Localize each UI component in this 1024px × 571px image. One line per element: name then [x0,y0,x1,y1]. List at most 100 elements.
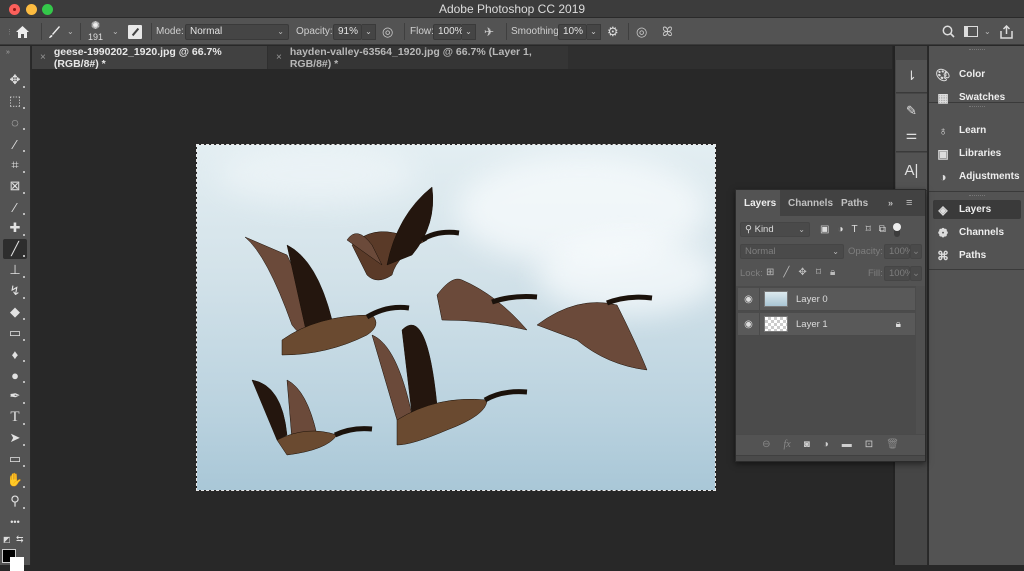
move-tool[interactable]: ✥ [3,70,27,90]
panel-resize-grip[interactable] [736,455,925,461]
panel-channels[interactable]: ❁ Channels [933,223,1021,242]
eraser-tool[interactable]: ◆ [3,302,27,322]
brush-tool[interactable]: ╱ [3,239,27,259]
layer-opacity-dropdown[interactable]: ⌄ [910,244,922,259]
airbrush-icon[interactable]: ✈ [484,18,494,45]
close-tab-icon[interactable]: × [276,52,282,63]
flow-dropdown[interactable]: ⌄ [462,23,476,40]
panel-learn[interactable]: ♁ Learn [933,121,1021,140]
path-selection-tool[interactable]: ➤ [3,428,27,448]
fill-dropdown[interactable]: ⌄ [910,266,922,281]
layers-scrollbar[interactable] [916,286,925,434]
visibility-eye-icon[interactable]: ◉ [738,312,760,336]
flow-input[interactable]: 100% [433,23,464,40]
background-color-swatch[interactable] [10,557,24,571]
tab-hayden-valley[interactable]: × hayden-valley-63564_1920.jpg @ 66.7% (… [268,46,568,70]
frame-tool[interactable]: ⊠ [3,176,27,196]
new-adjustment-layer-icon[interactable]: ◑ [823,439,829,450]
crop-tool[interactable]: ⌗ [3,155,27,175]
layer-opacity-input[interactable]: 100% [884,244,913,259]
blur-tool[interactable]: ♦ [3,344,27,364]
layer-style-fx-icon[interactable]: fx [783,439,790,450]
new-group-folder-icon[interactable]: ▬ [842,439,852,450]
options-grip[interactable]: ⋮ [6,18,13,45]
gradient-tool[interactable]: ▭ [3,323,27,343]
dodge-tool[interactable]: ● [3,365,27,385]
edit-toolbar[interactable]: ••• [3,512,27,532]
tab-channels[interactable]: Channels [780,190,841,216]
panel-adjustments[interactable]: ◑ Adjustments [933,167,1021,186]
hand-tool[interactable]: ✋ [3,470,27,490]
share-button[interactable] [1000,18,1013,45]
chevron-down-icon[interactable]: ⌄ [112,27,119,36]
rectangle-tool[interactable]: ▭ [3,449,27,469]
brush-preset-picker[interactable]: ✺ 191 [88,18,103,45]
healing-brush-tool[interactable]: ✚ [3,218,27,238]
magic-wand-tool[interactable]: ⁄ [3,134,27,154]
opacity-input[interactable]: 91% [333,23,362,40]
panel-layers[interactable]: ◈ Layers [933,200,1021,219]
type-tool[interactable]: T [3,407,27,427]
panel-color[interactable]: 🎨︎ Color [933,65,1021,84]
default-colors-icon[interactable]: ◩ [3,535,11,544]
tool-preset-picker[interactable]: ⌄ [47,18,74,45]
symmetry-butterfly-icon[interactable]: ꕤ [662,18,673,45]
smoothing-input[interactable]: 10% [558,23,587,40]
swap-colors-icon[interactable]: ⇆ [16,534,24,545]
zoom-tool[interactable]: ⚲ [3,491,27,511]
lock-artboard-icon[interactable]: ⌑ [816,267,821,278]
pixel-filter-icon[interactable]: ▣ [820,224,829,235]
settings-gear-icon[interactable]: ⚙ [607,18,619,45]
home-button[interactable] [13,18,31,45]
opacity-dropdown[interactable]: ⌄ [362,23,376,40]
shape-filter-icon[interactable]: ⌑ [866,224,871,235]
expand-panel-icon[interactable]: » [888,190,893,216]
filter-toggle[interactable] [892,222,901,237]
smoothing-label: Smoothing: [511,26,562,37]
panel-paths[interactable]: ⌘ Paths [933,246,1021,265]
link-layers-icon[interactable]: ⊖ [762,439,770,450]
search-button[interactable] [942,18,955,45]
pen-tool[interactable]: ✒ [3,386,27,406]
pressure-size-icon[interactable]: ◎ [636,18,647,45]
marquee-tool[interactable]: ⬚ [3,91,27,111]
mode-select[interactable]: Normal ⌄ [185,23,289,40]
visibility-eye-icon[interactable]: ◉ [738,287,760,311]
collapse-toolbar-icon[interactable]: » [6,49,10,56]
filter-kind-select[interactable]: ⚲ Kind ⌄ [740,222,810,237]
clone-stamp-tool[interactable]: ⊥ [3,260,27,280]
lock-position-icon[interactable]: ✥ [798,267,806,278]
lock-transparent-icon[interactable]: ⊞ [766,267,774,278]
panel-menu-icon[interactable]: ≡ [906,190,912,216]
fill-input[interactable]: 100% [884,266,913,281]
smart-object-filter-icon[interactable]: ⧉ [879,224,886,235]
properties-panel-icon[interactable]: ⚌ [896,124,927,146]
brush-settings-panel-icon[interactable]: ✎ [896,100,927,122]
lock-image-icon[interactable]: ╱ [783,267,789,278]
new-layer-icon[interactable]: ⊡ [865,439,873,450]
blend-mode-select[interactable]: Normal ⌄ [740,244,844,259]
character-panel-icon[interactable]: A| [896,159,927,181]
layer-row[interactable]: ◉ Layer 0 [738,287,915,311]
history-brush-tool[interactable]: ↯ [3,281,27,301]
tab-layers[interactable]: Layers [736,190,780,216]
tab-geese[interactable]: × geese-1990202_1920.jpg @ 66.7% (RGB/8#… [32,46,267,70]
eyedropper-tool[interactable]: ⁄ [3,197,27,217]
workspace-button[interactable]: ⌄ [964,18,991,45]
lasso-tool[interactable]: ◌ [3,112,27,132]
tab-paths[interactable]: Paths [833,190,876,216]
panel-label: Learn [959,125,987,136]
adjustment-filter-icon[interactable]: ◑ [837,224,843,235]
layer-row[interactable]: ◉ Layer 1 🔒︎ [738,312,915,336]
delete-layer-trash-icon[interactable]: 🗑︎ [886,439,899,450]
smoothing-dropdown[interactable]: ⌄ [587,23,601,40]
document-canvas[interactable] [196,144,716,491]
pressure-opacity-icon[interactable]: ◎ [382,18,393,45]
type-filter-icon[interactable]: T [852,224,858,235]
add-mask-icon[interactable]: ◙ [804,439,810,450]
history-panel-icon[interactable]: ⇂ [896,65,927,87]
close-tab-icon[interactable]: × [40,52,46,63]
lock-all-icon[interactable]: 🔒︎ [830,267,835,278]
panel-libraries[interactable]: ▣ Libraries [933,144,1021,163]
brush-settings-button[interactable] [128,18,142,45]
